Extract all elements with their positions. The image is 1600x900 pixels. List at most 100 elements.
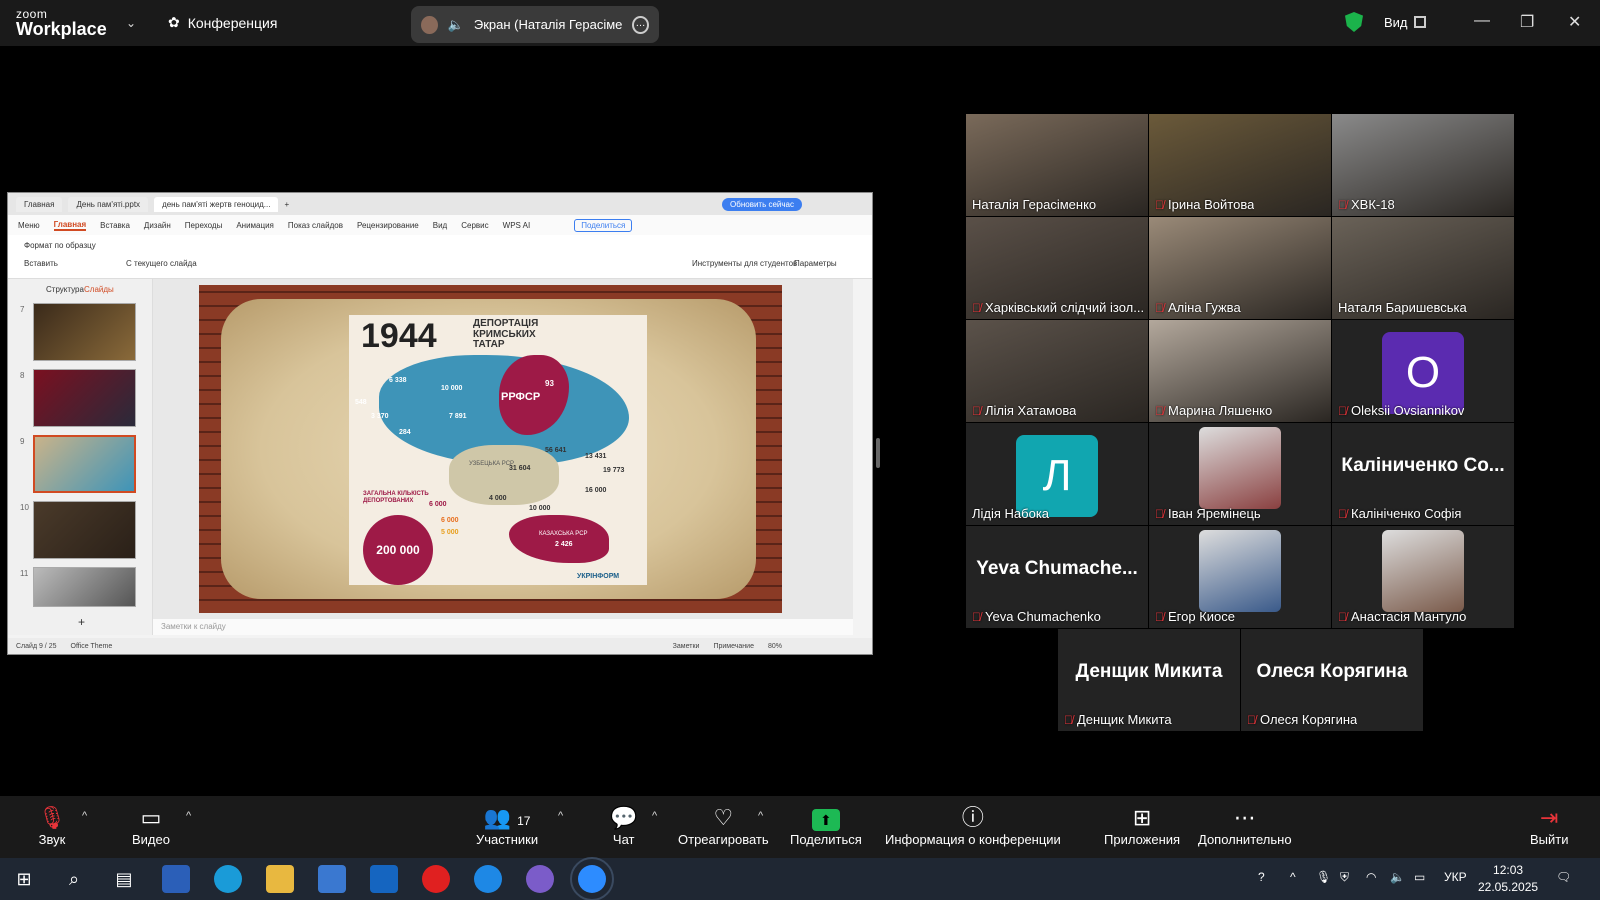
zoom-level[interactable]: 80% bbox=[768, 643, 782, 650]
menu-item-design[interactable]: Дизайн bbox=[144, 221, 171, 230]
notes-toggle[interactable]: Заметки bbox=[673, 643, 700, 650]
screen-share-pill[interactable]: 🔈 Экран (Наталія Герасіменко) … bbox=[411, 6, 659, 43]
participant-tile[interactable]: 🎙̸ Ірина Войтова bbox=[1149, 114, 1331, 216]
notifications-icon[interactable]: 🗨 bbox=[1556, 870, 1571, 884]
paste-button[interactable]: Вставить bbox=[24, 259, 58, 268]
chat-options-caret[interactable]: ^ bbox=[652, 810, 657, 822]
participant-tile[interactable]: Наталія Герасіменко bbox=[966, 114, 1148, 216]
leave-button[interactable]: ⇥ Выйти bbox=[1530, 804, 1569, 847]
encryption-shield-icon[interactable] bbox=[1345, 12, 1363, 32]
student-tools-button[interactable]: Инструменты для студентов bbox=[692, 259, 797, 268]
share-screen-button[interactable]: ⬆ Поделиться bbox=[790, 804, 862, 847]
menu-item-animation[interactable]: Анимация bbox=[236, 221, 274, 230]
current-slide[interactable]: 1944 ДЕПОРТАЦІЯ КРИМСЬКИХ ТАТАР РРФСР УЗ… bbox=[199, 285, 782, 613]
participants-button[interactable]: 👥 17 Участники bbox=[476, 804, 538, 847]
participants-options-caret[interactable]: ^ bbox=[558, 810, 563, 822]
teamviewer-icon[interactable] bbox=[474, 865, 502, 893]
chevron-down-icon[interactable]: ⌄ bbox=[126, 16, 136, 30]
task-view-icon[interactable]: ▤ bbox=[110, 865, 138, 893]
participant-tile[interactable]: 🎙̸ Лілія Хатамова bbox=[966, 320, 1148, 422]
more-button[interactable]: ⋯ Дополнительно bbox=[1198, 804, 1292, 847]
slide-thumbnail[interactable] bbox=[33, 501, 136, 559]
meeting-menu[interactable]: ✿ Конференция bbox=[168, 14, 277, 31]
close-icon[interactable]: ✕ bbox=[1568, 12, 1581, 32]
panel-tab-structure[interactable]: Структура bbox=[46, 285, 84, 294]
slide-thumbnail[interactable] bbox=[33, 567, 136, 607]
minimize-icon[interactable]: — bbox=[1474, 12, 1490, 30]
help-icon[interactable]: ? bbox=[1258, 870, 1265, 884]
add-tab-icon[interactable]: + bbox=[284, 200, 289, 209]
audio-options-caret[interactable]: ^ bbox=[82, 810, 87, 822]
edge-icon[interactable] bbox=[214, 865, 242, 893]
slide-thumbnail[interactable] bbox=[33, 369, 136, 427]
menu-item-insert[interactable]: Вставка bbox=[100, 221, 130, 230]
update-now-button[interactable]: Обновить сейчас bbox=[722, 197, 802, 211]
from-current-slide-button[interactable]: С текущего слайда bbox=[126, 259, 197, 268]
menu-item-menu[interactable]: Меню bbox=[18, 221, 40, 230]
menu-item-slideshow[interactable]: Показ слайдов bbox=[288, 221, 343, 230]
wifi-icon[interactable]: ◠ bbox=[1366, 870, 1376, 884]
share-doc-button[interactable]: Поделиться bbox=[574, 218, 633, 232]
volume-icon[interactable]: 🔈 bbox=[1390, 870, 1405, 884]
participant-tile[interactable]: 🎙̸ Харківський слідчий ізол... bbox=[966, 217, 1148, 319]
windows-start-icon[interactable]: ⊞ bbox=[10, 865, 38, 893]
participant-tile[interactable]: Олеся Корягина 🎙̸ Олеся Корягина bbox=[1241, 629, 1423, 731]
menu-item-view[interactable]: Вид bbox=[433, 221, 447, 230]
tray-chevron-icon[interactable]: ^ bbox=[1290, 870, 1296, 884]
tab-current-doc[interactable]: день пам'яті жертв геноцид... bbox=[154, 196, 279, 212]
menu-item-home[interactable]: Главная bbox=[53, 220, 87, 231]
participant-tile[interactable]: Л Лідія Набока bbox=[966, 423, 1148, 525]
format-painter-button[interactable]: Формат по образцу bbox=[24, 241, 96, 250]
video-button[interactable]: ▭ Видео bbox=[132, 804, 170, 847]
participant-tile[interactable]: 🎙̸ Марина Ляшенко bbox=[1149, 320, 1331, 422]
comment-toggle[interactable]: Примечание bbox=[713, 643, 754, 650]
store-icon[interactable] bbox=[318, 865, 346, 893]
participant-tile[interactable]: Каліниченко Со... 🎙̸ Калініченко Софія bbox=[1332, 423, 1514, 525]
audio-button[interactable]: 🎙 Звук bbox=[38, 804, 66, 847]
outlook-icon[interactable] bbox=[370, 865, 398, 893]
file-explorer-icon[interactable] bbox=[266, 865, 294, 893]
battery-icon[interactable]: ▭ bbox=[1414, 870, 1425, 884]
participant-tile[interactable]: 🎙̸ Іван Яремінець bbox=[1149, 423, 1331, 525]
slide-notes-field[interactable]: Заметки к слайду bbox=[153, 619, 853, 635]
viber-icon[interactable] bbox=[526, 865, 554, 893]
react-options-caret[interactable]: ^ bbox=[758, 810, 763, 822]
tray-security-icon[interactable]: ⛨ bbox=[1340, 870, 1349, 885]
participant-tile[interactable]: O 🎙̸ Oleksii Ovsiannikov bbox=[1332, 320, 1514, 422]
participant-tile[interactable]: Yeva Chumache... 🎙̸ Yeva Chumachenko bbox=[966, 526, 1148, 628]
tab-home[interactable]: Главная bbox=[16, 196, 63, 212]
menu-item-review[interactable]: Рецензирование bbox=[357, 221, 419, 230]
participant-tile[interactable]: 🎙̸ Егор Киосе bbox=[1149, 526, 1331, 628]
search-icon[interactable]: ⌕ bbox=[60, 865, 88, 893]
slide-thumbnail-current[interactable] bbox=[33, 435, 136, 493]
slide-thumbnail[interactable] bbox=[33, 303, 136, 361]
tab-pptx[interactable]: День пам'яті.pptx bbox=[68, 196, 149, 212]
taskbar-clock[interactable]: 12:03 22.05.2025 bbox=[1478, 862, 1538, 896]
apps-button[interactable]: ⊞ Приложения bbox=[1104, 804, 1180, 847]
participant-tile[interactable]: Наталя Баришевська bbox=[1332, 217, 1514, 319]
participant-tile[interactable]: 🎙̸ ХВК-18 bbox=[1332, 114, 1514, 216]
participant-tile[interactable]: 🎙̸ Аліна Гужва bbox=[1149, 217, 1331, 319]
video-options-caret[interactable]: ^ bbox=[186, 810, 191, 822]
view-button[interactable]: Вид bbox=[1384, 15, 1408, 30]
tray-mic-icon[interactable]: 🎙 bbox=[1316, 870, 1331, 884]
participant-tile[interactable]: Денщик Микита 🎙̸ Денщик Микита bbox=[1058, 629, 1240, 731]
participant-tile[interactable]: 🎙̸ Анастасія Мантуло bbox=[1332, 526, 1514, 628]
add-slide-icon[interactable]: + bbox=[78, 615, 85, 629]
restore-icon[interactable]: ❐ bbox=[1520, 12, 1534, 32]
params-button[interactable]: Параметры bbox=[794, 259, 837, 268]
language-indicator[interactable]: УКР bbox=[1444, 870, 1467, 884]
view-grid-icon[interactable] bbox=[1414, 16, 1426, 28]
meeting-info-button[interactable]: ⓘ Информация о конференции bbox=[885, 804, 1061, 847]
panel-tab-slides[interactable]: Слайды bbox=[84, 285, 114, 294]
more-options-icon[interactable]: … bbox=[632, 15, 649, 34]
save-app-icon[interactable] bbox=[162, 865, 190, 893]
menu-item-service[interactable]: Сервис bbox=[461, 221, 488, 230]
opera-icon[interactable] bbox=[422, 865, 450, 893]
react-button[interactable]: ♡ Отреагировать bbox=[678, 804, 769, 847]
menu-item-transitions[interactable]: Переходы bbox=[185, 221, 223, 230]
chat-button[interactable]: 💬 Чат bbox=[610, 804, 637, 847]
zoom-app-icon[interactable] bbox=[570, 857, 614, 900]
menu-item-wps-ai[interactable]: WPS AI bbox=[503, 221, 531, 230]
splitter-handle[interactable] bbox=[876, 438, 880, 468]
